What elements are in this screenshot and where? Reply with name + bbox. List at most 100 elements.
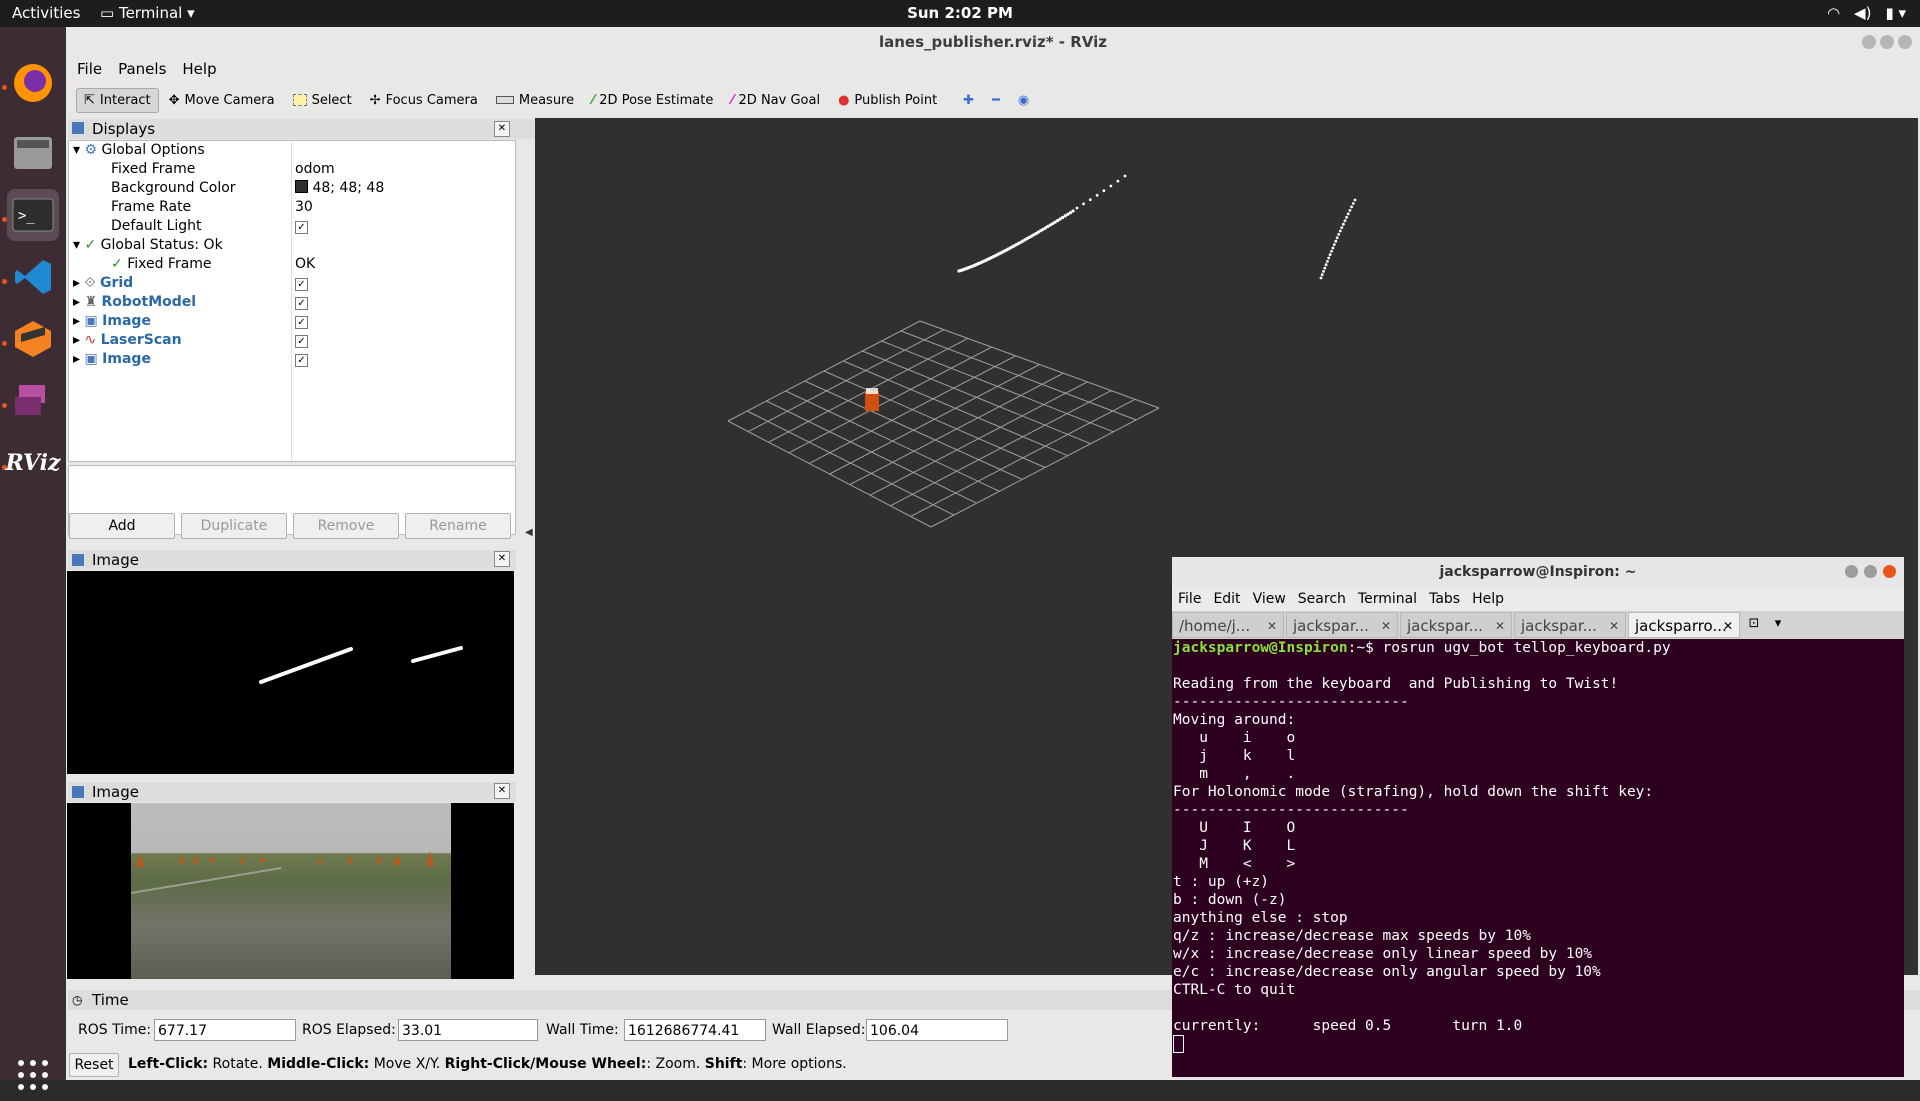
tree-row-image-2[interactable]: ▸ ▣ Image <box>73 350 151 369</box>
focus-camera-tool[interactable]: ✢ Focus Camera <box>362 88 486 113</box>
remove-tool-button[interactable]: ━ <box>984 88 1008 113</box>
rviz-icon[interactable]: RViz <box>5 437 60 489</box>
scan-point <box>1088 198 1092 202</box>
interact-tool[interactable]: ⇱ Interact <box>76 87 159 113</box>
default-light-checkbox[interactable]: ✓ <box>295 217 308 236</box>
remote-desktop-icon[interactable] <box>7 375 59 427</box>
terminal-menu-search[interactable]: Search <box>1298 591 1346 607</box>
laser-scan-icon: ∿ <box>84 332 97 348</box>
terminal-menu-terminal[interactable]: Terminal <box>1358 591 1417 607</box>
scan-point <box>1343 219 1347 223</box>
terminal-text: Reading from the keyboard and Publishing… <box>1173 676 1654 1034</box>
add-button[interactable]: Add <box>69 513 175 539</box>
menu-help[interactable]: Help <box>182 60 216 78</box>
close-image-panel-1-button[interactable]: ✕ <box>494 551 510 567</box>
camera-scene-svg <box>130 851 434 894</box>
tree-row-global-options[interactable]: ▾ ⚙ Global Options <box>73 141 205 160</box>
sublime-icon[interactable] <box>7 313 59 365</box>
menu-file[interactable]: File <box>77 60 102 78</box>
collapse-left-icon[interactable]: ◀ <box>525 527 533 538</box>
displays-title: Displays <box>92 120 156 138</box>
files-icon[interactable] <box>7 127 59 179</box>
terminal-close-button[interactable] <box>1883 565 1896 578</box>
grid-line <box>849 372 1064 486</box>
terminal-menu-view[interactable]: View <box>1253 591 1286 607</box>
prompt-user: jacksparrow@Inspiron <box>1173 640 1348 656</box>
image-icon: ▣ <box>84 313 98 329</box>
checkbox: ✓ <box>295 221 308 234</box>
terminal-menu-file[interactable]: File <box>1178 591 1201 607</box>
close-tab-icon[interactable]: ✕ <box>1381 613 1391 639</box>
terminal-minimize-button[interactable] <box>1845 565 1858 578</box>
terminal-menu-tabs[interactable]: Tabs <box>1429 591 1460 607</box>
tab-menu-chevron-down-icon[interactable]: ▾ <box>1766 611 1790 639</box>
checkbox: ✓ <box>295 354 308 367</box>
wall-elapsed-field[interactable]: 106.04 <box>866 1019 1008 1041</box>
vscode-icon[interactable] <box>7 251 59 303</box>
terminal-window: jacksparrow@Inspiron: ~ File Edit View Sear… <box>1172 557 1904 1077</box>
terminal-menu-edit[interactable]: Edit <box>1213 591 1240 607</box>
publish-point-tool[interactable]: ● Publish Point <box>830 88 945 113</box>
close-tab-icon[interactable]: ✕ <box>1495 613 1505 639</box>
image-1-checkbox[interactable]: ✓ <box>295 312 308 331</box>
checkbox: ✓ <box>295 297 308 310</box>
ros-elapsed-field[interactable]: 33.01 <box>398 1019 538 1041</box>
remove-button[interactable]: Remove <box>293 513 399 539</box>
terminal-tab[interactable]: jackspar... ✕ <box>1400 612 1512 638</box>
reset-button[interactable]: Reset <box>69 1053 119 1077</box>
minimize-button[interactable] <box>1862 35 1876 49</box>
tree-row-grid[interactable]: ▸ ⟐ Grid <box>73 274 133 293</box>
tree-row-laser-scan[interactable]: ▸ ∿ LaserScan <box>73 331 182 350</box>
terminal-tab[interactable]: /home/j... ✕ <box>1172 612 1284 638</box>
help-bold: Middle-Click: <box>267 1056 370 1072</box>
frame-rate-value[interactable]: 30 <box>295 198 313 217</box>
close-button[interactable] <box>1898 35 1912 49</box>
terminal-tab[interactable]: jackspar... ✕ <box>1286 612 1398 638</box>
terminal-tab-active[interactable]: jacksparro... ✕ <box>1628 612 1740 638</box>
camera-type-button[interactable]: ◉ <box>1010 88 1037 113</box>
tree-row-global-status[interactable]: ▾ ✓ Global Status: Ok <box>73 236 223 255</box>
close-tab-icon[interactable]: ✕ <box>1609 613 1619 639</box>
add-tool-button[interactable]: ✚ <box>955 88 982 113</box>
fixed-frame-value[interactable]: odom <box>295 160 335 179</box>
pose-estimate-tool[interactable]: ⁄ 2D Pose Estimate <box>584 88 721 113</box>
close-image-panel-2-button[interactable]: ✕ <box>494 783 510 799</box>
move-camera-tool[interactable]: ✥ Move Camera <box>161 88 283 113</box>
close-tab-icon[interactable]: ✕ <box>1723 613 1733 639</box>
terminal-tab[interactable]: jackspar... ✕ <box>1514 612 1626 638</box>
grid-checkbox[interactable]: ✓ <box>295 274 308 293</box>
grid-label: Grid <box>99 275 134 291</box>
menu-panels[interactable]: Panels <box>118 60 166 78</box>
show-applications-icon[interactable] <box>7 1049 59 1101</box>
clock[interactable]: Sun 2:02 PM <box>0 4 1920 22</box>
laser-scan-checkbox[interactable]: ✓ <box>295 331 308 350</box>
close-tab-icon[interactable]: ✕ <box>1267 613 1277 639</box>
firefox-icon[interactable] <box>7 57 59 109</box>
terminal-output[interactable]: jacksparrow@Inspiron:~$ rosrun ugv_bot t… <box>1172 639 1905 1077</box>
image-2-checkbox[interactable]: ✓ <box>295 350 308 369</box>
scan-point <box>1330 249 1333 253</box>
system-tray[interactable]: ◠ ◀) ▮ ▾ <box>1827 4 1906 22</box>
close-displays-button[interactable]: ✕ <box>494 121 510 137</box>
select-tool[interactable]: Select <box>285 88 360 113</box>
terminal-dock-icon[interactable]: >_ <box>7 189 59 241</box>
grid-line <box>869 381 1088 496</box>
tree-row-image-1[interactable]: ▸ ▣ Image <box>73 312 151 331</box>
tree-row-robot-model[interactable]: ▸ ♜ RobotModel <box>73 293 196 312</box>
terminal-maximize-button[interactable] <box>1864 565 1877 578</box>
ros-time-field[interactable]: 677.17 <box>154 1019 296 1041</box>
terminal-menu-help[interactable]: Help <box>1472 591 1504 607</box>
duplicate-button[interactable]: Duplicate <box>181 513 287 539</box>
maximize-button[interactable] <box>1880 35 1894 49</box>
background-color-value[interactable]: 48; 48; 48 <box>295 179 384 198</box>
wall-time-field[interactable]: 1612686774.41 <box>624 1019 766 1041</box>
new-tab-icon[interactable]: ⊡ <box>1742 611 1766 639</box>
nav-goal-tool[interactable]: ⁄ 2D Nav Goal <box>723 88 828 113</box>
nav-goal-label: 2D Nav Goal <box>738 92 821 108</box>
help-bold: Left-Click: <box>128 1056 209 1072</box>
robot-model-checkbox[interactable]: ✓ <box>295 293 308 312</box>
rename-button[interactable]: Rename <box>405 513 511 539</box>
measure-tool[interactable]: Measure <box>488 88 582 113</box>
grid-line <box>919 320 1160 409</box>
ruler-icon <box>495 96 514 104</box>
